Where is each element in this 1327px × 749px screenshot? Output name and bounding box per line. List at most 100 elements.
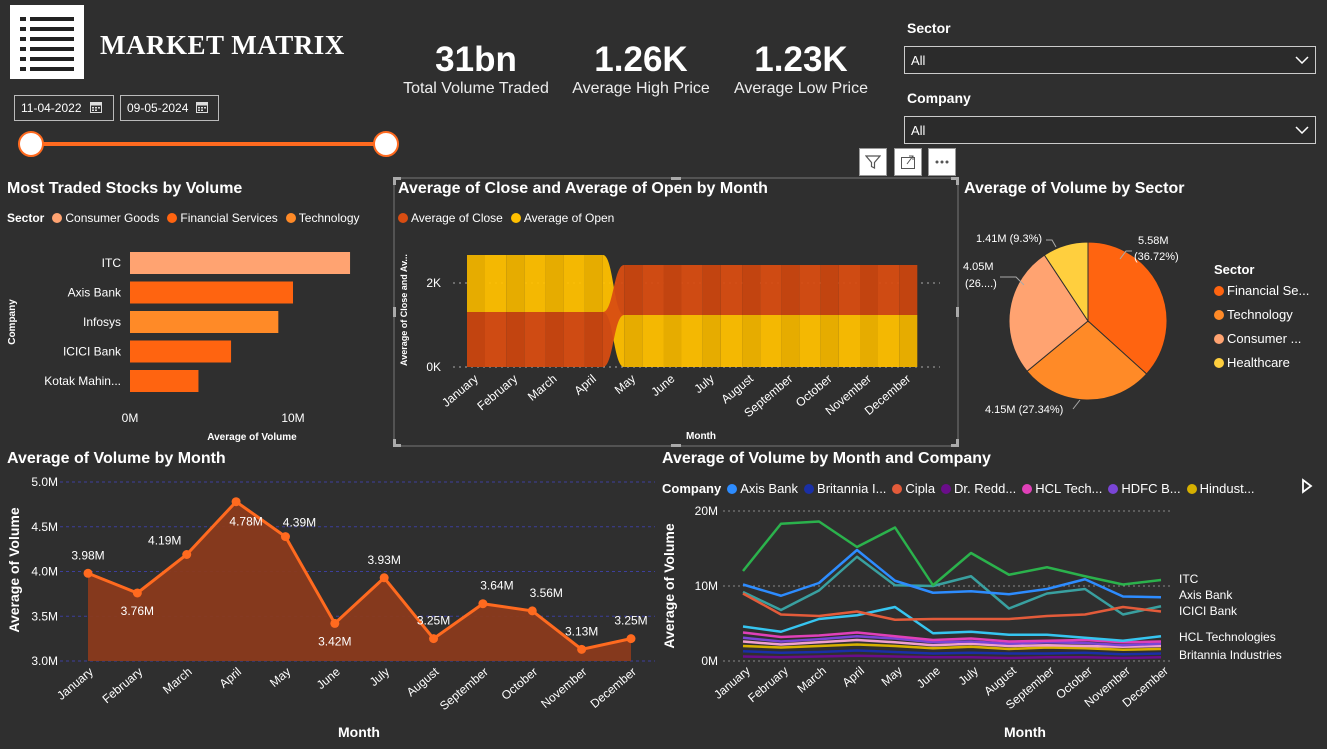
x-tick-label: February	[474, 372, 520, 414]
close-open-legend: Average of Close Average of Open	[398, 211, 614, 225]
data-label: 3.13M	[565, 624, 598, 638]
x-tick-label: June	[648, 371, 677, 399]
data-point	[379, 573, 389, 583]
legend-item[interactable]: Technology	[285, 211, 360, 225]
close-ribbon	[760, 265, 782, 315]
legend-item[interactable]: Financial Services	[167, 211, 278, 225]
data-point	[330, 618, 340, 628]
legend-label: Dr. Redd...	[954, 481, 1017, 496]
legend-item[interactable]: HCL Tech...	[1022, 481, 1102, 496]
open-column	[742, 315, 761, 367]
close-ribbon	[642, 265, 664, 315]
bar	[130, 281, 293, 304]
data-label: 3.93M	[368, 553, 401, 567]
data-point	[429, 634, 439, 644]
legend-item[interactable]: Consumer Goods	[52, 211, 159, 225]
close-column	[820, 265, 839, 315]
y-tick-label: 3.5M	[31, 609, 58, 623]
legend-next-arrow-icon[interactable]	[1300, 478, 1314, 499]
x-axis-label: Month	[338, 724, 380, 740]
data-point	[527, 606, 537, 616]
data-label: 5.58M	[1138, 235, 1169, 247]
legend-item[interactable]: Consumer ...	[1214, 331, 1309, 346]
x-tick-label: 0M	[122, 411, 139, 425]
sector-filter-dropdown[interactable]: All	[904, 46, 1316, 74]
close-column	[584, 312, 603, 367]
legend-dot	[1214, 286, 1224, 296]
y-tick-label: 0K	[426, 360, 441, 374]
chevron-down-icon	[1295, 126, 1309, 134]
legend-item[interactable]: Average of Open	[510, 211, 615, 225]
legend-item[interactable]: Dr. Redd...	[941, 481, 1016, 496]
volume-sector-title: Average of Volume by Sector	[964, 180, 1185, 197]
open-ribbon	[799, 315, 821, 367]
open-ribbon	[760, 315, 782, 367]
volume-sector-legend: Sector Financial Se... Technology Consum…	[1214, 262, 1309, 370]
calendar-icon[interactable]	[89, 101, 102, 116]
legend-label: Technology	[1227, 307, 1293, 322]
legend-item[interactable]: Financial Se...	[1214, 283, 1309, 298]
data-point	[132, 588, 142, 598]
series-line	[742, 548, 1162, 599]
legend-label: Average of Close	[411, 211, 503, 225]
data-label: 4.15M (27.34%)	[985, 404, 1063, 416]
open-ribbon	[720, 315, 743, 367]
x-tick-label: January	[54, 665, 96, 703]
legend-label: Technology	[298, 211, 360, 225]
legend-item[interactable]: Axis Bank	[727, 481, 798, 496]
close-ribbon	[524, 312, 546, 367]
kpi-value: 31bn	[435, 40, 517, 79]
x-tick-label: February	[745, 664, 791, 706]
legend-label: Average of Open	[523, 211, 615, 225]
legend-item[interactable]: Hindust...	[1186, 481, 1255, 496]
data-point	[182, 549, 192, 559]
x-tick-label: April	[571, 372, 598, 398]
open-ribbon	[642, 315, 664, 367]
date-range-slider[interactable]	[14, 128, 404, 160]
most-traded-bar-chart: ITC Axis Bank Infosys ICICI Bank Kotak Mahin…	[7, 252, 351, 443]
x-tick-label: 10M	[281, 411, 304, 425]
legend-label: Consumer Goods	[65, 211, 160, 225]
x-tick-label: May	[879, 664, 905, 689]
slider-handle-end[interactable]	[373, 131, 399, 157]
data-label: 3.56M	[530, 586, 563, 600]
x-tick-label: August	[404, 664, 442, 699]
slider-handle-start[interactable]	[18, 131, 44, 157]
legend-label: Consumer ...	[1227, 331, 1302, 346]
series-line	[742, 649, 1162, 656]
x-tick-label: July	[691, 372, 716, 396]
filter-icon[interactable]	[859, 148, 887, 176]
legend-label: Cipla	[905, 481, 936, 496]
legend-item[interactable]: Cipla	[892, 481, 935, 496]
close-column	[899, 265, 918, 315]
x-tick-label: December	[588, 665, 639, 711]
legend-item[interactable]: HDFC B...	[1108, 481, 1181, 496]
calendar-icon[interactable]	[196, 101, 209, 116]
data-label: 3.25M	[614, 614, 647, 628]
legend-item[interactable]: Average of Close	[398, 211, 503, 225]
more-options-icon[interactable]	[928, 148, 956, 176]
legend-item[interactable]: Technology	[1214, 307, 1309, 322]
y-axis-label: Company	[7, 299, 18, 345]
open-ribbon	[838, 315, 860, 367]
x-axis-label: Month	[686, 431, 716, 442]
legend-dot	[1022, 484, 1033, 494]
close-ribbon	[485, 312, 507, 367]
legend-item[interactable]: Britannia I...	[804, 481, 886, 496]
date-from-input[interactable]: 11-04-2022	[14, 95, 114, 121]
x-tick-label: March	[794, 664, 829, 696]
kpi-label: Average High Price	[572, 80, 710, 97]
bar	[130, 252, 351, 274]
end-label: HCL Technologies	[1179, 630, 1276, 644]
company-filter-dropdown[interactable]: All	[904, 116, 1316, 144]
legend-dot	[804, 484, 815, 494]
legend-label: Hindust...	[1199, 481, 1255, 496]
legend-item[interactable]: Healthcare	[1214, 355, 1309, 370]
legend-dot	[285, 213, 296, 223]
sector-filter-value: All	[911, 52, 926, 68]
close-column	[506, 312, 525, 367]
date-to-input[interactable]: 09-05-2024	[120, 95, 219, 121]
focus-mode-icon[interactable]	[894, 148, 922, 176]
y-tick-label: 3.0M	[31, 654, 58, 668]
list-icon	[20, 17, 74, 71]
